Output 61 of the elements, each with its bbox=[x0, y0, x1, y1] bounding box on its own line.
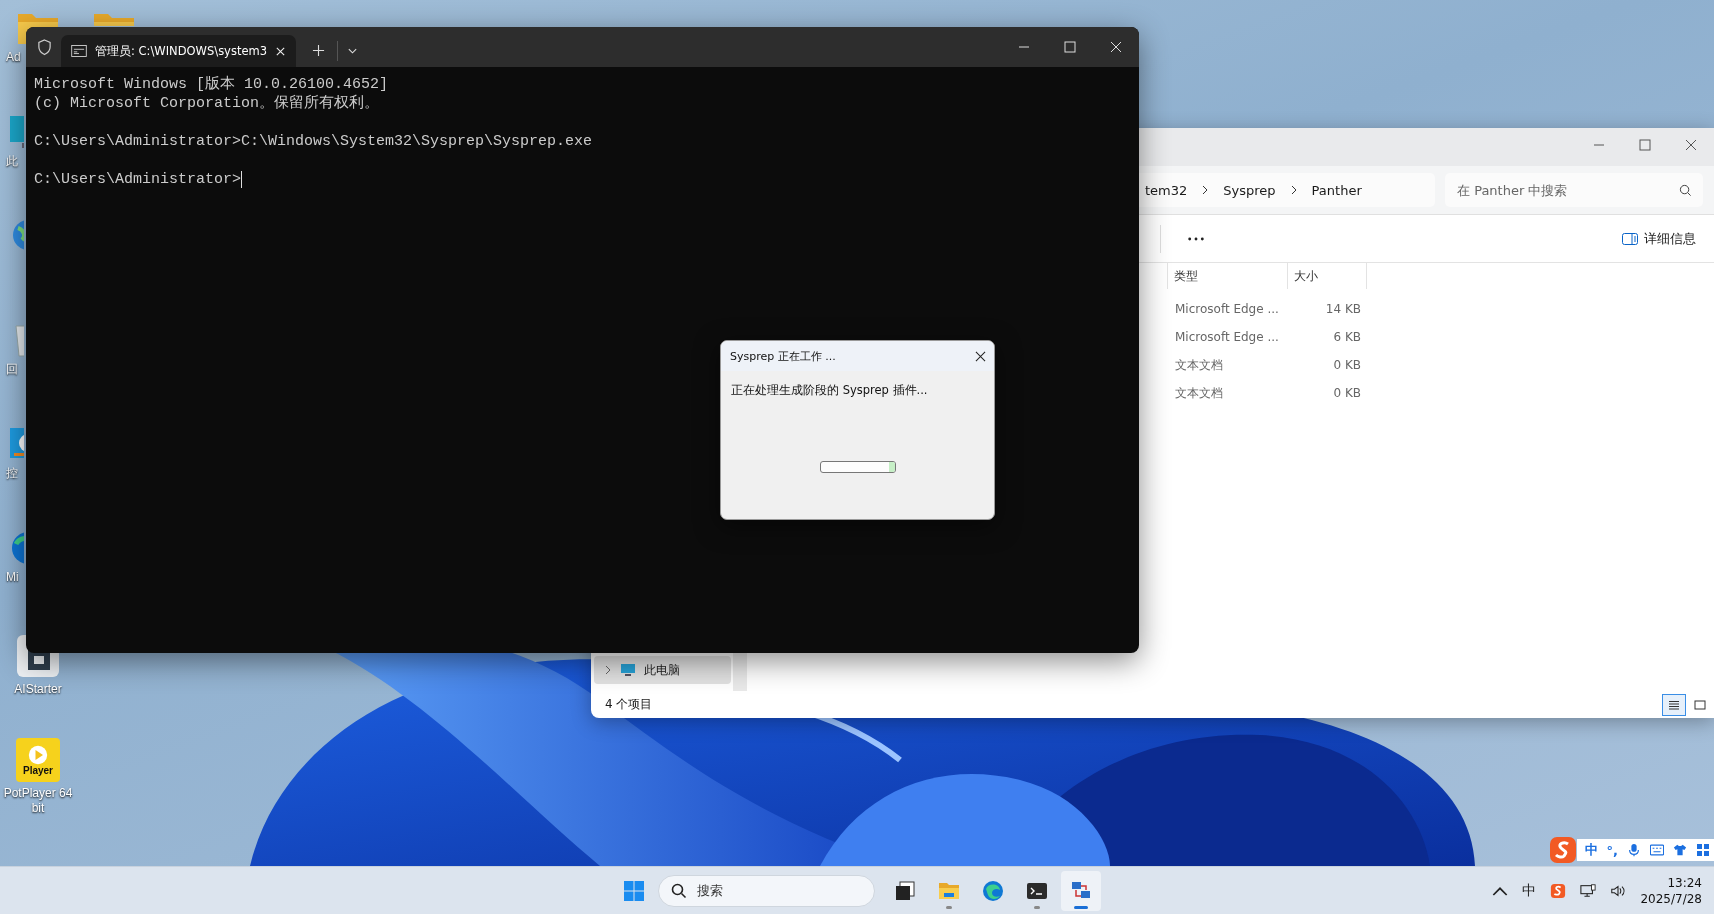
search-field[interactable]: 在 Panther 中搜索 bbox=[1445, 173, 1703, 207]
terminal-line: Microsoft Windows [版本 10.0.26100.4652] bbox=[34, 75, 389, 94]
list-icon bbox=[1668, 699, 1680, 710]
address-bar[interactable]: tem32 Sysprep Panther bbox=[1139, 173, 1435, 207]
shirt-icon[interactable] bbox=[1673, 843, 1687, 857]
shield-icon bbox=[37, 39, 52, 56]
punctuation-toggle[interactable]: °, bbox=[1606, 842, 1618, 858]
input-mode-toggle[interactable]: 中 bbox=[1584, 841, 1598, 859]
nav-item[interactable]: 此电脑 bbox=[594, 656, 731, 684]
details-pane-button[interactable]: 详细信息 bbox=[1618, 223, 1700, 254]
play-icon bbox=[28, 744, 48, 765]
running-indicator bbox=[1073, 905, 1088, 909]
file-size-cell-text: 0 KB bbox=[1332, 358, 1362, 372]
more-icon[interactable] bbox=[1187, 235, 1205, 242]
chevron-icon[interactable] bbox=[604, 664, 612, 676]
browser-icon bbox=[980, 878, 1005, 903]
running-indicator bbox=[1033, 905, 1040, 909]
new-tab-icon[interactable] bbox=[312, 44, 326, 57]
chevron-right-icon bbox=[1289, 184, 1298, 196]
dropdown-icon[interactable] bbox=[347, 47, 359, 55]
file-type-cell-text: Microsoft Edge ... bbox=[1174, 330, 1280, 344]
taskbar-search-field[interactable]: 搜索 bbox=[657, 874, 875, 907]
network-icon[interactable] bbox=[1580, 882, 1597, 899]
microphone-icon[interactable] bbox=[1627, 843, 1641, 857]
player-app-icon[interactable]: Player bbox=[16, 738, 60, 782]
square-icon bbox=[1694, 699, 1706, 710]
grid-icon[interactable] bbox=[1696, 843, 1710, 857]
volume-icon[interactable] bbox=[1610, 882, 1627, 899]
ime-logo-icon[interactable] bbox=[1550, 882, 1567, 899]
console-icon bbox=[71, 45, 87, 57]
file-type-cell-text: 文本文档 bbox=[1174, 356, 1224, 374]
file-size-cell-text: 6 KB bbox=[1332, 330, 1362, 344]
breadcrumb[interactable]: Panther bbox=[1311, 182, 1362, 198]
close-icon[interactable] bbox=[275, 45, 287, 57]
terminal-line: (c) Microsoft Corporation。保留所有权利。 bbox=[34, 94, 380, 113]
monitor-icon bbox=[620, 663, 636, 677]
column-header[interactable]: 类型 bbox=[1167, 263, 1287, 289]
file-size-cell-text: 14 KB bbox=[1324, 302, 1362, 316]
file-type-cell-text: 文本文档 bbox=[1174, 384, 1224, 402]
dialog-title: Sysprep 正在工作 ... bbox=[730, 348, 836, 364]
details-view-button[interactable] bbox=[1662, 693, 1686, 716]
status-message: 正在处理生成阶段的 Sysprep 插件... bbox=[731, 383, 928, 398]
file-type-cell-text: Microsoft Edge ... bbox=[1174, 302, 1280, 316]
close-icon[interactable] bbox=[975, 350, 986, 362]
clock[interactable]: 13:24 2025/7/28 bbox=[1640, 874, 1702, 907]
running-indicator bbox=[945, 905, 952, 909]
search-icon bbox=[1679, 184, 1692, 197]
breadcrumb[interactable]: Sysprep bbox=[1223, 182, 1276, 198]
ime-logo-icon[interactable] bbox=[1548, 836, 1577, 864]
terminal-line: C:\Users\Administrator> bbox=[34, 170, 242, 189]
column-header[interactable]: 大小 bbox=[1287, 263, 1367, 289]
chevron-right-icon bbox=[1201, 184, 1210, 196]
breadcrumb[interactable]: tem32 bbox=[1145, 182, 1188, 198]
item-count: 4 个项目 bbox=[605, 696, 653, 713]
file-size-cell-text: 0 KB bbox=[1332, 386, 1362, 400]
input-language-indicator[interactable]: 中 bbox=[1522, 881, 1537, 900]
keyboard-icon[interactable] bbox=[1650, 843, 1664, 857]
panel-icon bbox=[1622, 232, 1638, 245]
terminal-tab[interactable]: 管理员: C:\WINDOWS\system3 bbox=[61, 35, 297, 67]
logo-text: Player bbox=[23, 764, 53, 776]
terminal-line: C:\Users\Administrator>C:\Windows\System32\Sysprep\Sysprep.exe bbox=[34, 132, 593, 151]
